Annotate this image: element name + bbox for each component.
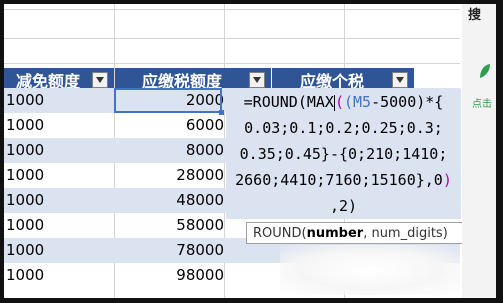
tooltip-function-name: ROUND( (253, 226, 307, 241)
window-edge (0, 0, 4, 303)
side-pane (462, 4, 496, 298)
window-edge (0, 0, 503, 4)
formula-line: 0.35;0.45}-{0;210;1410; (239, 145, 448, 163)
formula-line: ,2) (329, 197, 358, 215)
cell-deduction[interactable]: 1000 (4, 238, 116, 263)
cell-deduction[interactable]: 1000 (4, 163, 116, 188)
formula-text: 2660;4410;7160;15160},0 (235, 171, 443, 189)
side-search-label[interactable]: 搜 (468, 4, 481, 23)
cell-deduction[interactable]: 1000 (4, 263, 116, 288)
grid-line (4, 38, 460, 39)
cell-deduction[interactable]: 1000 (4, 88, 116, 113)
cell-deduction[interactable]: 1000 (4, 213, 116, 238)
cell-deduction[interactable]: 1000 (4, 113, 116, 138)
cell-taxable[interactable]: 8000 (116, 138, 224, 163)
side-click-label[interactable]: 点击 (472, 95, 492, 110)
cell-taxable[interactable]: 48000 (116, 188, 224, 213)
tooltip-remaining-args: , num_digits) (363, 226, 448, 241)
formula-line: 0.03;0.1;0.2;0.25;0.3; (244, 119, 443, 137)
cell-taxable[interactable]: 6000 (116, 113, 224, 138)
cell-taxable[interactable]: 58000 (116, 213, 224, 238)
filter-dropdown-icon[interactable] (249, 72, 265, 88)
fill-handle[interactable] (219, 110, 224, 115)
formula-text: =ROUND(MAX (243, 93, 334, 111)
cell-taxable[interactable]: 98000 (116, 263, 224, 288)
selected-cell-border (114, 88, 222, 113)
grid-line (4, 9, 460, 10)
cell-deduction[interactable]: 1000 (4, 138, 116, 163)
formula-text: -5000)*{ (371, 93, 444, 111)
tooltip-current-arg: number (306, 226, 364, 241)
spreadsheet-window: 减免额度 应缴税额度 应缴个税 1000 2000 1000 6000 1000… (0, 0, 503, 303)
cell-formula-editor[interactable]: =ROUND(MAX((M5-5000)*{ 0.03;0.1;0.2;0.25… (226, 89, 461, 219)
leaf-icon[interactable] (478, 62, 492, 80)
formula-paren: ( (334, 93, 344, 111)
cell-deduction[interactable]: 1000 (4, 188, 116, 213)
cell-taxable[interactable]: 78000 (116, 238, 224, 263)
filter-dropdown-icon[interactable] (392, 72, 408, 88)
cell-taxable[interactable]: 28000 (116, 163, 224, 188)
window-edge (496, 0, 503, 303)
formula-line: =ROUND(MAX((M5-5000)*{ (226, 89, 461, 115)
window-edge (0, 298, 503, 303)
filter-dropdown-icon[interactable] (92, 72, 108, 88)
function-syntax-tooltip[interactable]: ROUND(number, num_digits) (246, 222, 464, 244)
formula-cell-ref: (M5 (344, 93, 372, 111)
formula-paren: ) (442, 171, 452, 189)
formula-line: 2660;4410;7160;15160},0) (226, 167, 461, 193)
blur-watermark (280, 245, 460, 295)
grid-line (4, 63, 460, 64)
